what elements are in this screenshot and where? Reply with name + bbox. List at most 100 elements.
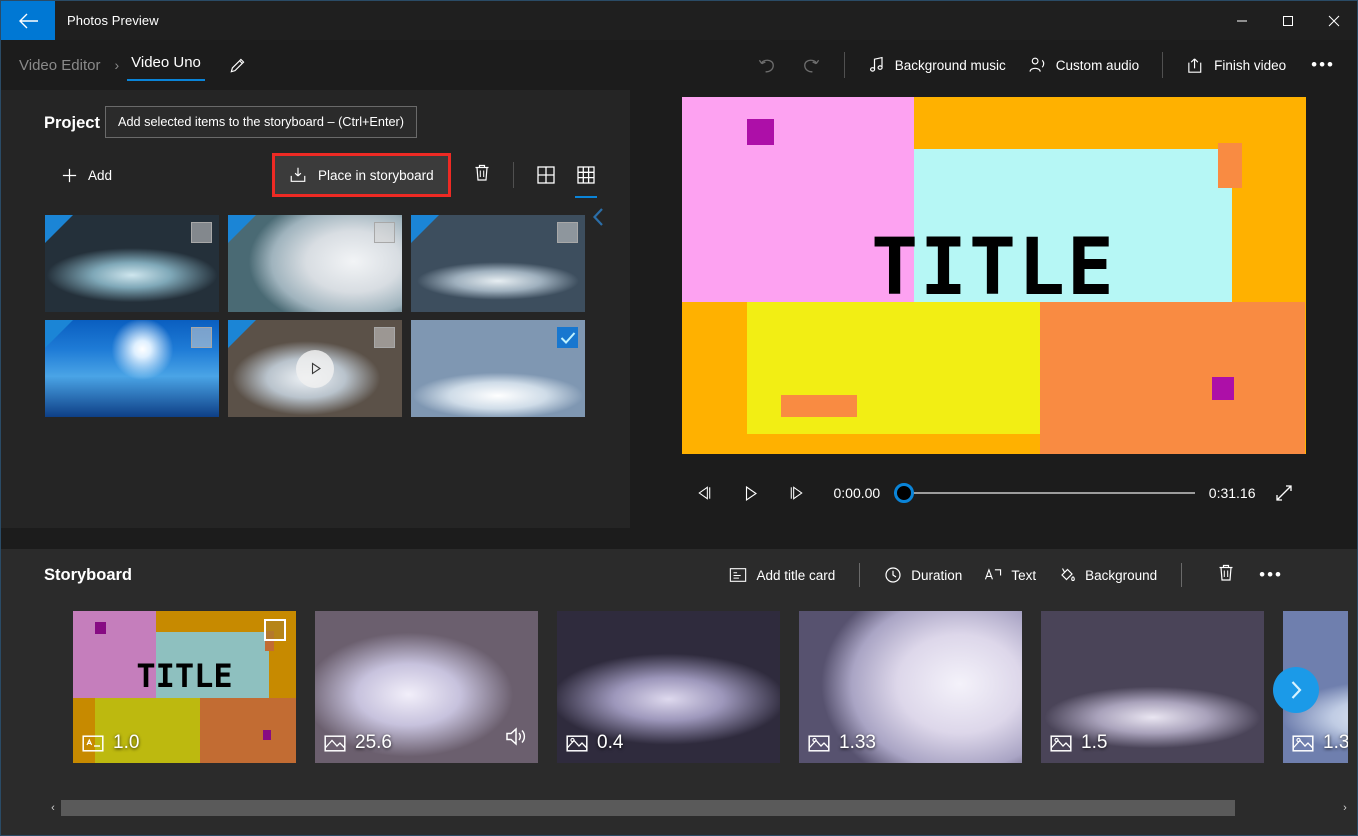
divider	[512, 162, 514, 188]
library-thumbnails	[1, 197, 585, 417]
previous-frame-icon	[698, 486, 711, 500]
item-checkbox[interactable]	[191, 222, 212, 243]
storyboard-next-button[interactable]	[1273, 667, 1319, 713]
divider	[859, 563, 861, 587]
clip-duration: 1.0	[113, 732, 140, 753]
storyboard-clip[interactable]: 1.5	[1041, 611, 1264, 763]
share-export-icon	[1188, 57, 1202, 73]
background-music-button[interactable]: Background music	[857, 48, 1017, 82]
expand-icon	[1275, 485, 1292, 501]
more-options-button[interactable]: •••	[1297, 52, 1349, 78]
storyboard-clip[interactable]: 0.4	[557, 611, 780, 763]
clip-meta: 1.5	[1050, 732, 1107, 754]
library-item[interactable]	[228, 320, 402, 417]
clip-meta: 0.4	[566, 732, 623, 754]
minimize-icon	[1237, 20, 1247, 21]
storyboard-delete-button[interactable]	[1207, 554, 1245, 596]
breadcrumb: Video Editor › Video Uno	[1, 48, 255, 82]
storyboard-title: Storyboard	[44, 565, 133, 584]
editor-main: Project library Add Add selected items t…	[1, 90, 1357, 549]
seek-thumb[interactable]	[894, 483, 915, 503]
storyboard-more-button[interactable]: •••	[1245, 562, 1297, 588]
play-icon	[311, 362, 321, 375]
library-item[interactable]	[45, 215, 219, 312]
scrollbar-track[interactable]	[61, 800, 1337, 816]
library-item[interactable]	[411, 215, 585, 312]
storyboard-clip[interactable]: 25.6	[315, 611, 538, 763]
collapse-library-button[interactable]	[582, 200, 616, 234]
previous-frame-button[interactable]	[682, 476, 728, 510]
shape-magenta-bottom	[1211, 377, 1235, 401]
minimize-button[interactable]	[1219, 1, 1265, 40]
breadcrumb-video-editor[interactable]: Video Editor	[13, 53, 106, 78]
place-in-storyboard-icon	[290, 167, 306, 182]
library-item[interactable]	[411, 320, 585, 417]
close-button[interactable]	[1311, 1, 1357, 40]
item-checkbox[interactable]	[191, 327, 212, 348]
shape-magenta-top	[747, 119, 774, 145]
background-button[interactable]: Background	[1047, 558, 1168, 592]
trash-icon	[475, 164, 489, 181]
chevron-left-icon	[592, 208, 603, 226]
add-title-card-button[interactable]: Add title card	[718, 559, 846, 591]
maximize-button[interactable]	[1265, 1, 1311, 40]
place-in-storyboard-button[interactable]: Place in storyboard	[272, 153, 451, 197]
title-card-icon	[82, 734, 104, 752]
selection-corner-icon	[228, 215, 256, 243]
shape-orange-right	[1040, 302, 1306, 454]
view-small-button[interactable]	[566, 157, 606, 198]
scroll-right-arrow[interactable]: ›	[1337, 802, 1353, 814]
storyboard-scrollbar[interactable]: ‹ ›	[45, 799, 1353, 817]
item-checkbox[interactable]	[374, 327, 395, 348]
item-checkbox[interactable]	[557, 222, 578, 243]
storyboard-panel: Storyboard Add title card Duration Text …	[1, 549, 1357, 835]
play-button[interactable]	[728, 476, 774, 510]
chevron-right-icon	[1291, 681, 1302, 699]
clip-checkbox[interactable]	[264, 619, 286, 641]
redo-button[interactable]	[789, 47, 832, 84]
finish-video-button[interactable]: Finish video	[1175, 48, 1297, 83]
video-preview[interactable]: TITLE	[681, 97, 1306, 454]
person-audio-icon	[1029, 57, 1045, 72]
place-in-storyboard-wrap: Add selected items to the storyboard – (…	[105, 106, 451, 197]
back-button[interactable]	[1, 1, 55, 40]
shape-orange-small	[781, 395, 858, 418]
custom-audio-label: Custom audio	[1055, 57, 1140, 73]
item-checkbox[interactable]	[374, 222, 395, 243]
clip-meta: 1.0	[82, 732, 139, 754]
clip-duration: 25.6	[355, 732, 392, 753]
pencil-icon	[230, 58, 245, 72]
duration-label: Duration	[911, 567, 963, 583]
duration-button[interactable]: Duration	[873, 558, 973, 592]
storyboard-clip[interactable]: 1.33	[799, 611, 1022, 763]
text-icon	[985, 567, 1002, 579]
paint-bucket-icon	[1061, 568, 1075, 582]
add-button[interactable]: Add	[49, 158, 124, 193]
fullscreen-button[interactable]	[1262, 476, 1306, 510]
item-checkbox[interactable]	[557, 327, 578, 348]
play-icon	[745, 485, 757, 501]
next-frame-button[interactable]	[774, 476, 820, 510]
text-button[interactable]: Text	[973, 559, 1047, 592]
library-delete-button[interactable]	[463, 154, 501, 196]
command-bar-right: Background music Custom audio Finish vid…	[746, 47, 1357, 84]
clip-meta: 1.3	[1292, 732, 1348, 754]
scroll-left-arrow[interactable]: ‹	[45, 802, 61, 814]
undo-button[interactable]	[746, 47, 789, 84]
trash-icon	[1219, 564, 1233, 581]
library-item[interactable]	[228, 215, 402, 312]
storyboard-clip[interactable]: TITLE 1.0	[73, 611, 296, 763]
video-play-badge[interactable]	[296, 349, 334, 388]
breadcrumb-video-uno[interactable]: Video Uno	[127, 50, 205, 81]
rename-project-button[interactable]	[221, 48, 255, 82]
seek-slider[interactable]	[894, 482, 1195, 504]
title-card-icon	[730, 568, 747, 582]
divider	[1181, 563, 1183, 587]
playback-controls: 0:00.00 0:31.16	[682, 476, 1306, 510]
current-time-label: 0:00.00	[833, 485, 881, 501]
view-large-button[interactable]	[526, 157, 566, 193]
custom-audio-button[interactable]: Custom audio	[1017, 48, 1150, 83]
library-item[interactable]	[45, 320, 219, 417]
scrollbar-thumb[interactable]	[61, 800, 1235, 816]
check-icon	[560, 331, 575, 344]
